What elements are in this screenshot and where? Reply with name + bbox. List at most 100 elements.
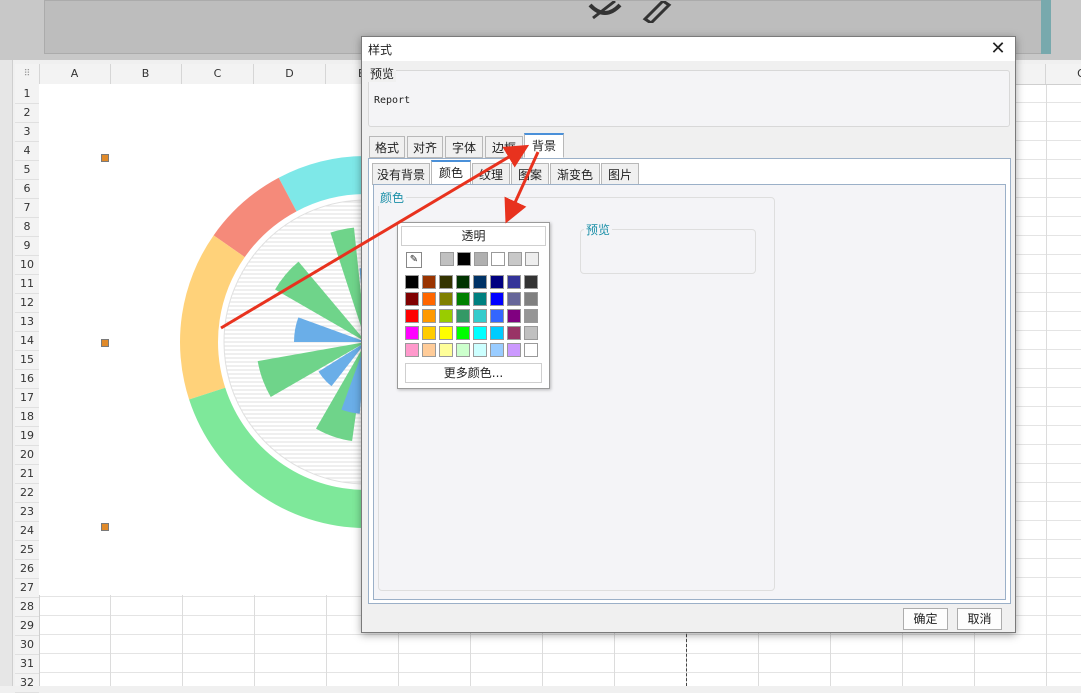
color-swatch[interactable] — [422, 275, 436, 289]
style-dialog[interactable]: 样式 ✕ 预览 Report 格式 对齐 字体 边框 背景 没有背景 颜色 纹理… — [361, 36, 1016, 633]
more-colors-button[interactable]: 更多颜色... — [405, 363, 542, 383]
color-swatch[interactable] — [524, 326, 538, 340]
eyedropper-icon[interactable]: ✎ — [406, 252, 422, 268]
row-header[interactable]: 17 — [15, 388, 39, 408]
color-swatch[interactable] — [439, 326, 453, 340]
row-header[interactable]: 25 — [15, 540, 39, 560]
color-swatch[interactable] — [473, 292, 487, 306]
tab-background[interactable]: 背景 — [524, 133, 564, 158]
subtab-texture[interactable]: 纹理 — [472, 163, 510, 185]
color-swatch[interactable] — [456, 275, 470, 289]
row-header[interactable]: 23 — [15, 502, 39, 522]
column-header[interactable]: B — [110, 64, 182, 84]
row-header[interactable]: 10 — [15, 255, 39, 275]
row-header[interactable]: 14 — [15, 331, 39, 351]
color-swatch[interactable] — [490, 326, 504, 340]
column-header[interactable]: C — [182, 64, 254, 84]
row-header[interactable]: 12 — [15, 293, 39, 313]
tab-font[interactable]: 字体 — [445, 136, 483, 158]
row-header[interactable]: 1 — [15, 84, 39, 104]
transparent-button[interactable]: 透明 — [401, 226, 546, 246]
row-header[interactable]: 3 — [15, 122, 39, 142]
color-swatch[interactable] — [456, 292, 470, 306]
row-header[interactable]: 18 — [15, 407, 39, 427]
row-header[interactable]: 29 — [15, 616, 39, 636]
color-swatch[interactable] — [507, 326, 521, 340]
color-swatch[interactable] — [422, 309, 436, 323]
column-header[interactable]: D — [254, 64, 326, 84]
nightingale-chart[interactable]: PS5 PS4 PS3 PS2 PS — [39, 84, 415, 595]
recent-color-swatch[interactable] — [474, 252, 488, 266]
color-swatch[interactable] — [473, 309, 487, 323]
resize-handle[interactable] — [101, 154, 109, 162]
color-swatch[interactable] — [422, 292, 436, 306]
row-header[interactable]: 9 — [15, 236, 39, 256]
column-header[interactable]: A — [39, 64, 111, 84]
dialog-titlebar[interactable]: 样式 ✕ — [362, 37, 1015, 61]
color-swatch[interactable] — [473, 343, 487, 357]
row-header[interactable]: 28 — [15, 597, 39, 617]
subtab-gradient[interactable]: 渐变色 — [550, 163, 600, 185]
color-swatch[interactable] — [439, 309, 453, 323]
row-header[interactable]: 22 — [15, 483, 39, 503]
color-swatch[interactable] — [507, 343, 521, 357]
subtab-no-background[interactable]: 没有背景 — [372, 163, 430, 185]
tab-align[interactable]: 对齐 — [407, 136, 443, 158]
row-header[interactable]: 5 — [15, 160, 39, 180]
color-swatch[interactable] — [490, 343, 504, 357]
color-swatch[interactable] — [405, 343, 419, 357]
select-all-corner[interactable]: ⠿ — [15, 64, 40, 84]
row-header[interactable]: 15 — [15, 350, 39, 370]
row-header[interactable]: 31 — [15, 654, 39, 674]
row-header[interactable]: 16 — [15, 369, 39, 389]
row-header[interactable]: 21 — [15, 464, 39, 484]
chart-object[interactable]: PS5 PS4 PS3 PS2 PS — [39, 84, 415, 595]
pencil-icon[interactable] — [635, 1, 675, 23]
row-headers[interactable]: 1 2 3 4 5 6 7 8 9 10 11 12 13 14 15 16 17 18 19 20 21 22 23 24 2… — [15, 84, 40, 693]
row-header[interactable]: 26 — [15, 559, 39, 579]
color-swatch[interactable] — [507, 275, 521, 289]
row-header[interactable]: 13 — [15, 312, 39, 332]
row-header[interactable]: 2 — [15, 103, 39, 123]
ok-button[interactable]: 确定 — [903, 608, 948, 630]
tab-border[interactable]: 边框 — [485, 136, 523, 158]
recent-color-swatch[interactable] — [508, 252, 522, 266]
color-swatch[interactable] — [439, 343, 453, 357]
recent-color-swatch[interactable] — [457, 252, 471, 266]
row-header[interactable]: 11 — [15, 274, 39, 294]
row-header[interactable]: 32 — [15, 673, 39, 693]
resize-handle[interactable] — [101, 523, 109, 531]
row-header[interactable]: 8 — [15, 217, 39, 237]
recent-color-swatch[interactable] — [440, 252, 454, 266]
recent-color-swatch[interactable] — [491, 252, 505, 266]
color-swatch[interactable] — [456, 309, 470, 323]
color-swatch[interactable] — [524, 275, 538, 289]
color-swatch[interactable] — [524, 343, 538, 357]
color-swatch[interactable] — [405, 275, 419, 289]
color-swatch[interactable] — [405, 326, 419, 340]
subtab-image[interactable]: 图片 — [601, 163, 639, 185]
row-header[interactable]: 7 — [15, 198, 39, 218]
color-swatch[interactable] — [422, 326, 436, 340]
recent-color-swatch[interactable] — [525, 252, 539, 266]
color-swatch[interactable] — [473, 326, 487, 340]
row-header[interactable]: 27 — [15, 578, 39, 598]
color-swatch[interactable] — [524, 309, 538, 323]
color-swatch[interactable] — [490, 309, 504, 323]
resize-handle[interactable] — [101, 339, 109, 347]
color-swatch[interactable] — [405, 292, 419, 306]
color-swatch[interactable] — [439, 292, 453, 306]
row-header[interactable]: 4 — [15, 141, 39, 161]
subtab-color[interactable]: 颜色 — [431, 160, 471, 185]
color-picker[interactable]: 透明 ✎ 更多颜色... — [397, 222, 550, 389]
color-swatch[interactable] — [405, 309, 419, 323]
color-swatch[interactable] — [507, 292, 521, 306]
row-header[interactable]: 30 — [15, 635, 39, 655]
subtab-pattern[interactable]: 图案 — [511, 163, 549, 185]
row-header[interactable]: 6 — [15, 179, 39, 199]
color-swatch[interactable] — [422, 343, 436, 357]
color-swatch[interactable] — [456, 343, 470, 357]
row-header[interactable]: 19 — [15, 426, 39, 446]
color-swatch[interactable] — [456, 326, 470, 340]
row-header[interactable]: 24 — [15, 521, 39, 541]
